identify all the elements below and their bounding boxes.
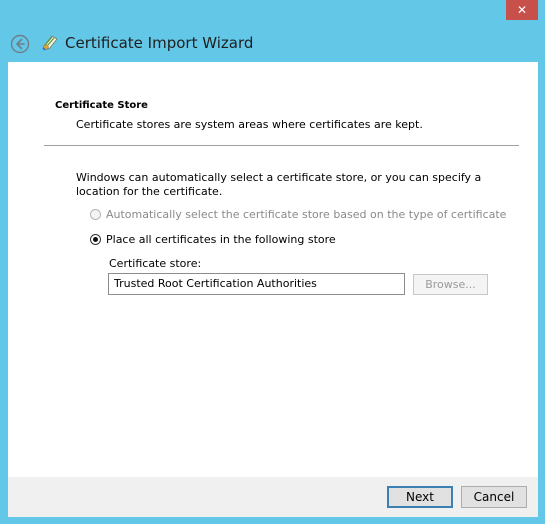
radio-selected-dot xyxy=(93,237,98,242)
wizard-content: Certificate Store Certificate stores are… xyxy=(8,62,538,477)
next-button[interactable]: Next xyxy=(387,486,453,508)
radio-auto-select[interactable]: Automatically select the certificate sto… xyxy=(90,208,506,221)
cancel-button[interactable]: Cancel xyxy=(461,486,527,508)
close-icon: ✕ xyxy=(516,3,528,17)
back-button[interactable] xyxy=(10,34,30,54)
back-arrow-icon xyxy=(10,34,30,54)
window-title: Certificate Import Wizard xyxy=(65,34,254,52)
radio-place-in-store-label: Place all certificates in the following … xyxy=(106,233,336,246)
wizard-header: Certificate Import Wizard xyxy=(0,22,545,62)
certificate-icon xyxy=(41,33,59,51)
radio-place-in-store[interactable]: Place all certificates in the following … xyxy=(90,233,336,246)
close-button[interactable]: ✕ xyxy=(506,0,538,20)
certificate-store-label: Certificate store: xyxy=(109,257,202,270)
page-heading: Certificate Store xyxy=(55,100,148,111)
certificate-store-field[interactable]: Trusted Root Certification Authorities xyxy=(108,273,405,295)
wizard-footer: Next Cancel xyxy=(8,477,538,517)
wizard-window: ✕ Certificate Import Wizard Certificate … xyxy=(0,0,545,524)
radio-auto-select-circle[interactable] xyxy=(90,209,101,220)
radio-auto-select-label: Automatically select the certificate sto… xyxy=(106,208,507,221)
explanation-text: Windows can automatically select a certi… xyxy=(76,171,482,198)
page-description: Certificate stores are system areas wher… xyxy=(76,118,423,131)
radio-place-in-store-circle[interactable] xyxy=(90,234,101,245)
browse-button: Browse... xyxy=(413,274,488,295)
header-divider xyxy=(44,145,519,146)
